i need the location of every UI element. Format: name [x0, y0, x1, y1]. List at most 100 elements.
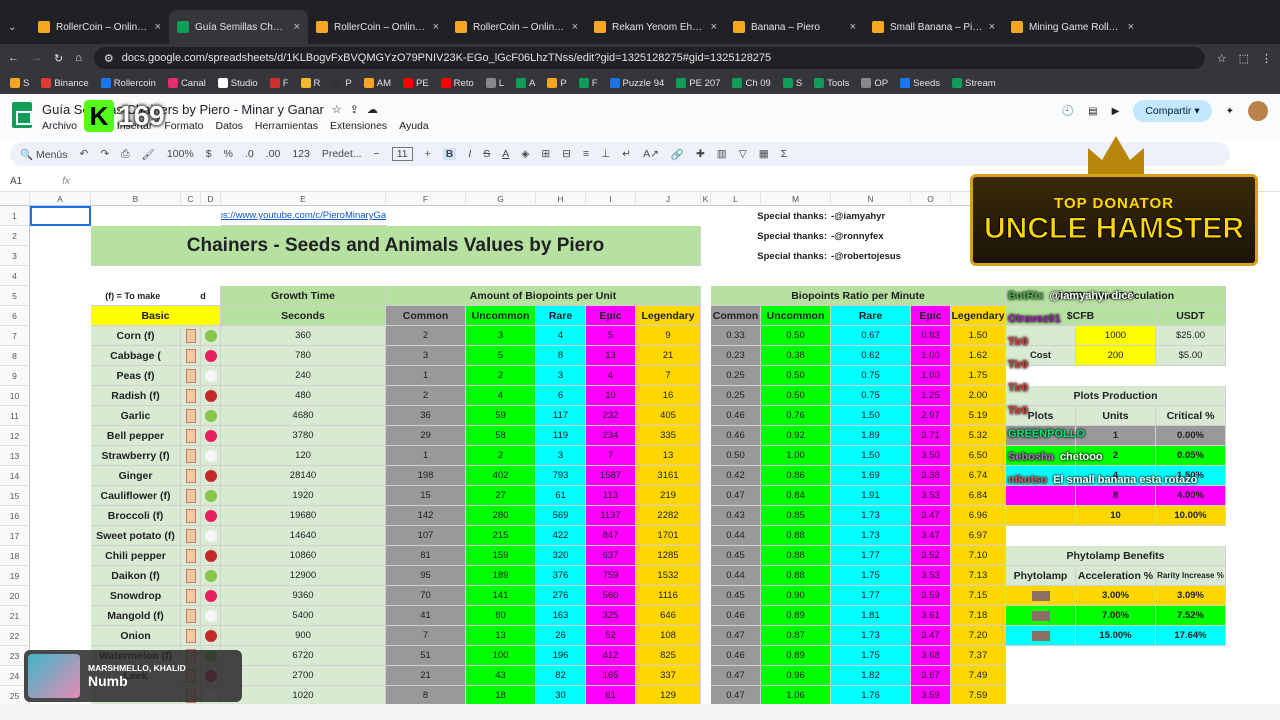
rarity-header[interactable]: Rare: [536, 306, 586, 326]
ratio-value[interactable]: 0.75: [831, 386, 911, 406]
row-header[interactable]: 17: [0, 526, 30, 546]
bookmark-item[interactable]: A: [516, 78, 535, 89]
biopoints-value[interactable]: 29: [386, 426, 466, 446]
row-header[interactable]: 20: [0, 586, 30, 606]
seed-card-icon[interactable]: [181, 446, 201, 466]
biopoints-value[interactable]: 70: [386, 586, 466, 606]
seconds-value[interactable]: 2700: [221, 666, 386, 686]
ratio-value[interactable]: 7.10: [951, 546, 1006, 566]
seconds-value[interactable]: 10860: [221, 546, 386, 566]
seed-icon[interactable]: [201, 486, 221, 506]
biopoints-value[interactable]: 215: [466, 526, 536, 546]
column-header[interactable]: B: [91, 192, 181, 206]
seed-card-icon[interactable]: [181, 466, 201, 486]
biopoints-value[interactable]: 2: [466, 446, 536, 466]
paint-format-icon[interactable]: 🖌: [142, 148, 155, 161]
meet-icon[interactable]: ▶: [1112, 106, 1120, 117]
biopoints-value[interactable]: 337: [636, 666, 701, 686]
biopoints-value[interactable]: 27: [466, 486, 536, 506]
tab-close-icon[interactable]: ×: [572, 21, 578, 33]
row-header[interactable]: 10: [0, 386, 30, 406]
history-icon[interactable]: 🕘: [1062, 106, 1074, 117]
phyto-acceleration[interactable]: 15.00%: [1076, 626, 1156, 646]
ratio-value[interactable]: 1.50: [951, 326, 1006, 346]
seed-card-icon[interactable]: [181, 426, 201, 446]
menu-extensiones[interactable]: Extensiones: [330, 120, 387, 132]
ratio-value[interactable]: 3.47: [911, 526, 951, 546]
ratio-value[interactable]: 7.18: [951, 606, 1006, 626]
biopoints-value[interactable]: 51: [386, 646, 466, 666]
phyto-header[interactable]: Rarity Increase %: [1156, 566, 1226, 586]
seed-name[interactable]: Bell pepper: [91, 426, 181, 446]
seconds-value[interactable]: 5400: [221, 606, 386, 626]
name-box[interactable]: A1: [10, 176, 22, 187]
biopoints-value[interactable]: 26: [536, 626, 586, 646]
bookmark-item[interactable]: Ch 09: [732, 78, 771, 89]
ratio-value[interactable]: 3.50: [911, 446, 951, 466]
seed-icon[interactable]: [201, 326, 221, 346]
ratio-value[interactable]: 1.77: [831, 546, 911, 566]
ratio-value[interactable]: 0.46: [711, 606, 761, 626]
biopoints-value[interactable]: 21: [386, 666, 466, 686]
seed-icon[interactable]: [201, 406, 221, 426]
seed-icon[interactable]: [201, 586, 221, 606]
rarity-header[interactable]: Epic: [586, 306, 636, 326]
tab-close-icon[interactable]: ×: [433, 21, 439, 33]
seed-card-icon[interactable]: [181, 406, 201, 426]
tab-close-icon[interactable]: ×: [294, 21, 300, 33]
column-header[interactable]: E: [221, 192, 386, 206]
ratio-value[interactable]: 0.46: [711, 406, 761, 426]
filter-icon[interactable]: ▽: [739, 148, 747, 160]
biopoints-value[interactable]: 198: [386, 466, 466, 486]
ratio-value[interactable]: 0.89: [761, 646, 831, 666]
biopoints-value[interactable]: 1587: [586, 466, 636, 486]
comments-icon[interactable]: ▤: [1088, 106, 1097, 117]
biopoints-value[interactable]: 569: [536, 506, 586, 526]
seed-name[interactable]: Ginger: [91, 466, 181, 486]
biopoints-value[interactable]: 141: [466, 586, 536, 606]
ratio-value[interactable]: 0.50: [761, 366, 831, 386]
biopoints-value[interactable]: 142: [386, 506, 466, 526]
seed-name[interactable]: Corn (f): [91, 326, 181, 346]
seed-card-icon[interactable]: [181, 366, 201, 386]
menu-formato[interactable]: Formato: [164, 120, 203, 132]
biopoints-value[interactable]: 560: [586, 586, 636, 606]
tab-0[interactable]: RollerCoin – Online Bitco ×: [30, 10, 169, 44]
row-header[interactable]: 13: [0, 446, 30, 466]
biopoints-value[interactable]: 21: [636, 346, 701, 366]
font-select[interactable]: Predet...: [322, 148, 362, 160]
seconds-value[interactable]: 14640: [221, 526, 386, 546]
ratio-value[interactable]: 1.25: [911, 386, 951, 406]
ratio-value[interactable]: 6.97: [951, 526, 1006, 546]
ratio-value[interactable]: 7.13: [951, 566, 1006, 586]
biopoints-value[interactable]: 81: [386, 546, 466, 566]
seed-name[interactable]: Snowdrop: [91, 586, 181, 606]
seed-name[interactable]: Peas (f): [91, 366, 181, 386]
seconds-value[interactable]: 19680: [221, 506, 386, 526]
rotate-icon[interactable]: A↗: [643, 148, 659, 160]
ratio-value[interactable]: 1.75: [951, 366, 1006, 386]
ratio-value[interactable]: 1.75: [831, 566, 911, 586]
phyto-header[interactable]: Phytolamp: [1006, 566, 1076, 586]
seconds-value[interactable]: 1920: [221, 486, 386, 506]
ratio-value[interactable]: 3.52: [911, 546, 951, 566]
ratio-value[interactable]: 1.73: [831, 526, 911, 546]
ratio-value[interactable]: 3.53: [911, 486, 951, 506]
bookmark-item[interactable]: L: [485, 78, 504, 89]
biopoints-value[interactable]: 422: [536, 526, 586, 546]
row-header[interactable]: 18: [0, 546, 30, 566]
biopoints-value[interactable]: 165: [586, 666, 636, 686]
reload-icon[interactable]: ↻: [54, 52, 63, 65]
seed-icon[interactable]: [201, 546, 221, 566]
ratio-value[interactable]: 0.50: [711, 446, 761, 466]
column-header[interactable]: K: [701, 192, 711, 206]
seed-icon[interactable]: [201, 566, 221, 586]
ratio-value[interactable]: 1.89: [831, 426, 911, 446]
biopoints-value[interactable]: 117: [536, 406, 586, 426]
row-header[interactable]: 21: [0, 606, 30, 626]
ratio-rarity-header[interactable]: Rare: [831, 306, 911, 326]
biopoints-value[interactable]: 163: [536, 606, 586, 626]
ratio-value[interactable]: 3.71: [911, 426, 951, 446]
extensions-icon[interactable]: ⬚: [1239, 52, 1249, 65]
column-header[interactable]: J: [636, 192, 701, 206]
